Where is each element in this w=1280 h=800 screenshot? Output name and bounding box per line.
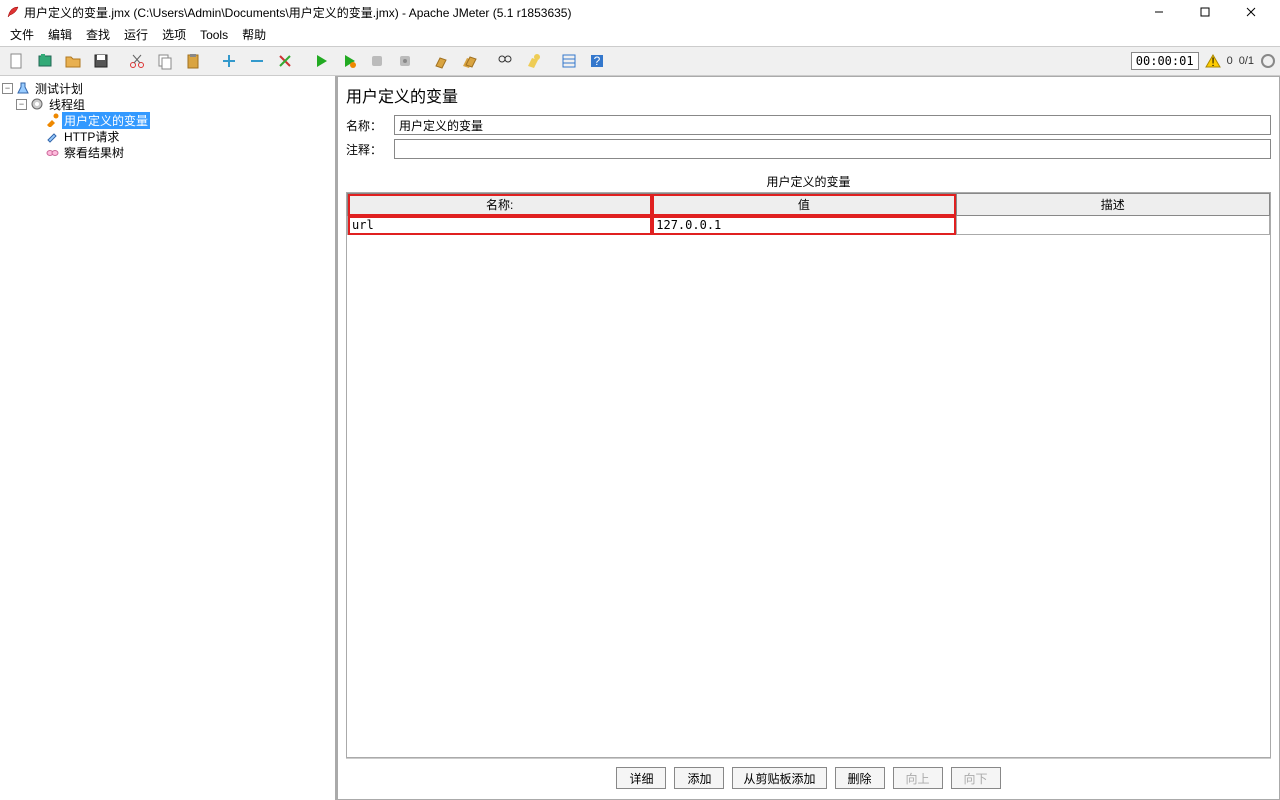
tree-label: 察看结果树 — [62, 144, 126, 161]
svg-text:!: ! — [1211, 55, 1214, 69]
name-input[interactable] — [394, 115, 1271, 135]
tree-label: 线程组 — [47, 96, 87, 113]
col-header-value[interactable]: 值 — [652, 194, 956, 216]
tree-label: 测试计划 — [33, 80, 85, 97]
save-icon[interactable] — [88, 48, 114, 74]
toolbar: ? 00:00:01 ! 0 0/1 — [0, 46, 1280, 76]
templates-icon[interactable] — [32, 48, 58, 74]
add-clipboard-button[interactable]: 从剪贴板添加 — [732, 767, 826, 789]
collapse-icon[interactable] — [244, 48, 270, 74]
tree-node-threadgroup[interactable]: − 线程组 — [2, 96, 333, 112]
minimize-button[interactable] — [1136, 0, 1182, 24]
help-icon[interactable]: ? — [584, 48, 610, 74]
cut-icon[interactable] — [124, 48, 150, 74]
tree-label: HTTP请求 — [62, 128, 121, 145]
vars-section-label: 用户定义的变量 — [346, 173, 1271, 190]
close-button[interactable] — [1228, 0, 1274, 24]
tree-toggle-icon[interactable]: − — [2, 83, 13, 94]
search-icon[interactable] — [492, 48, 518, 74]
clear-icon[interactable] — [428, 48, 454, 74]
warning-icon[interactable]: ! — [1205, 53, 1221, 69]
menu-edit[interactable]: 编辑 — [42, 24, 78, 45]
add-button[interactable]: 添加 — [674, 767, 724, 789]
tree-label: 用户定义的变量 — [62, 112, 150, 129]
open-icon[interactable] — [60, 48, 86, 74]
clear-all-icon[interactable] — [456, 48, 482, 74]
col-header-name[interactable]: 名称: — [348, 194, 652, 216]
col-header-desc[interactable]: 描述 — [956, 194, 1270, 216]
start-icon[interactable] — [308, 48, 334, 74]
delete-button[interactable]: 删除 — [835, 767, 885, 789]
menu-tools[interactable]: Tools — [194, 26, 234, 44]
dropper-icon — [44, 128, 60, 144]
vars-table[interactable]: 名称: 值 描述 url 127.0.0.1 — [346, 192, 1271, 758]
panel-wrap: 用户定义的变量 名称： 注释： 用户定义的变量 名称: 值 描述 — [337, 76, 1280, 800]
tree-node-http-request[interactable]: HTTP请求 — [2, 128, 333, 144]
svg-text:?: ? — [594, 54, 601, 68]
window-title: 用户定义的变量.jmx (C:\Users\Admin\Documents\用户… — [24, 4, 1136, 21]
start-noTimers-icon[interactable] — [336, 48, 362, 74]
window-controls — [1136, 0, 1274, 24]
menu-file[interactable]: 文件 — [4, 24, 40, 45]
toggle-icon[interactable] — [272, 48, 298, 74]
main-split: − 测试计划 − 线程组 用户定义的变量 HTTP请求 察看结果树 用 — [0, 76, 1280, 800]
comment-input[interactable] — [394, 139, 1271, 159]
panel-title: 用户定义的变量 — [346, 83, 1271, 107]
detail-pane: 用户定义的变量 名称： 注释： 用户定义的变量 名称: 值 描述 — [336, 76, 1280, 800]
buttons-row: 详细 添加 从剪贴板添加 删除 向上 向下 — [346, 758, 1271, 793]
titlebar: 用户定义的变量.jmx (C:\Users\Admin\Documents\用户… — [0, 0, 1280, 24]
active-threads: 0 — [1227, 55, 1233, 67]
cell-name[interactable]: url — [348, 216, 652, 235]
cell-desc[interactable] — [956, 216, 1270, 235]
beaker-icon — [15, 80, 31, 96]
app-feather-icon — [6, 5, 20, 19]
menu-search[interactable]: 查找 — [80, 24, 116, 45]
gear-icon — [29, 96, 45, 112]
maximize-button[interactable] — [1182, 0, 1228, 24]
paste-icon[interactable] — [180, 48, 206, 74]
expand-icon[interactable] — [216, 48, 242, 74]
menu-run[interactable]: 运行 — [118, 24, 154, 45]
down-button[interactable]: 向下 — [951, 767, 1001, 789]
menu-options[interactable]: 选项 — [156, 24, 192, 45]
tree-node-results-tree[interactable]: 察看结果树 — [2, 144, 333, 160]
table-empty-area[interactable] — [347, 235, 1270, 757]
cell-value[interactable]: 127.0.0.1 — [652, 216, 956, 235]
shutdown-icon[interactable] — [392, 48, 418, 74]
new-icon[interactable] — [4, 48, 30, 74]
name-label: 名称： — [346, 117, 388, 134]
threads-gauge-icon — [1260, 53, 1276, 69]
reset-search-icon[interactable] — [520, 48, 546, 74]
menu-help[interactable]: 帮助 — [236, 24, 272, 45]
comment-label: 注释： — [346, 141, 388, 158]
goggles-icon — [44, 144, 60, 160]
menubar: 文件 编辑 查找 运行 选项 Tools 帮助 — [0, 24, 1280, 46]
elapsed-time: 00:00:01 — [1131, 52, 1199, 70]
copy-icon[interactable] — [152, 48, 178, 74]
table-row[interactable]: url 127.0.0.1 — [348, 216, 1270, 235]
detail-button[interactable]: 详细 — [616, 767, 666, 789]
tree-pane[interactable]: − 测试计划 − 线程组 用户定义的变量 HTTP请求 察看结果树 — [0, 76, 336, 800]
stop-icon[interactable] — [364, 48, 390, 74]
tree-node-user-vars[interactable]: 用户定义的变量 — [2, 112, 333, 128]
function-helper-icon[interactable] — [556, 48, 582, 74]
wrench-icon — [44, 112, 60, 128]
up-button[interactable]: 向上 — [893, 767, 943, 789]
total-threads: 0/1 — [1239, 55, 1254, 67]
tree-node-testplan[interactable]: − 测试计划 — [2, 80, 333, 96]
tree-toggle-icon[interactable]: − — [16, 99, 27, 110]
